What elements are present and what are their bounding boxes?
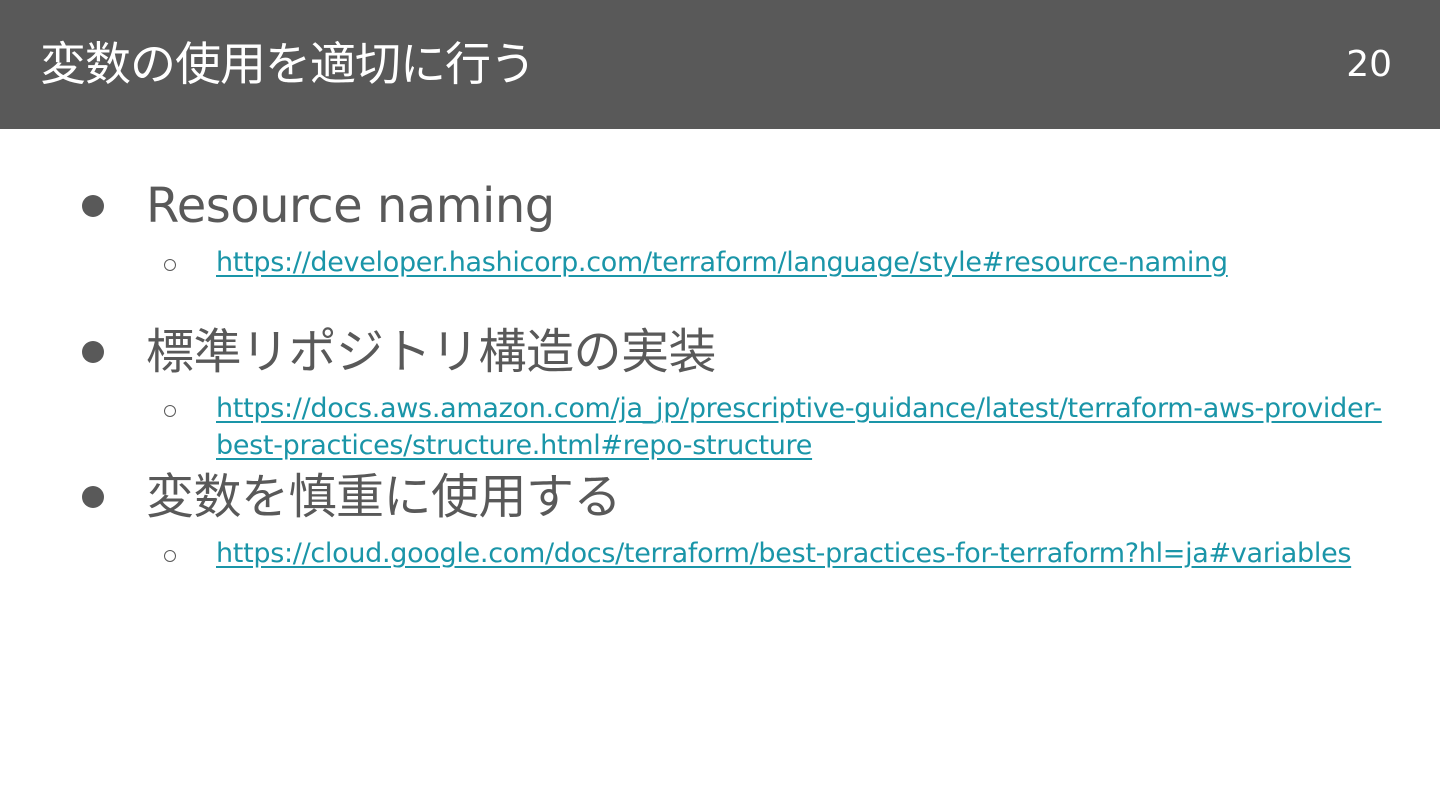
- sub-bullet-circle-icon: [164, 405, 176, 417]
- bullet-text: 標準リポジトリ構造の実装: [146, 324, 717, 380]
- sub-bullet-circle-icon: [164, 259, 176, 271]
- sub-bullet-circle-icon: [164, 550, 176, 562]
- slide-body: Resource naming https://developer.hashic…: [0, 0, 1440, 810]
- bullet-dot-icon: [82, 195, 104, 217]
- reference-link-aws[interactable]: https://docs.aws.amazon.com/ja_jp/prescr…: [216, 390, 1386, 464]
- reference-link-google-cloud[interactable]: https://cloud.google.com/docs/terraform/…: [216, 535, 1386, 572]
- reference-link-hashicorp[interactable]: https://developer.hashicorp.com/terrafor…: [216, 244, 1386, 281]
- bullet-text: Resource naming: [146, 178, 555, 234]
- bullet-text: 変数を慎重に使用する: [146, 469, 622, 525]
- bullet-dot-icon: [82, 341, 104, 363]
- bullet-dot-icon: [82, 486, 104, 508]
